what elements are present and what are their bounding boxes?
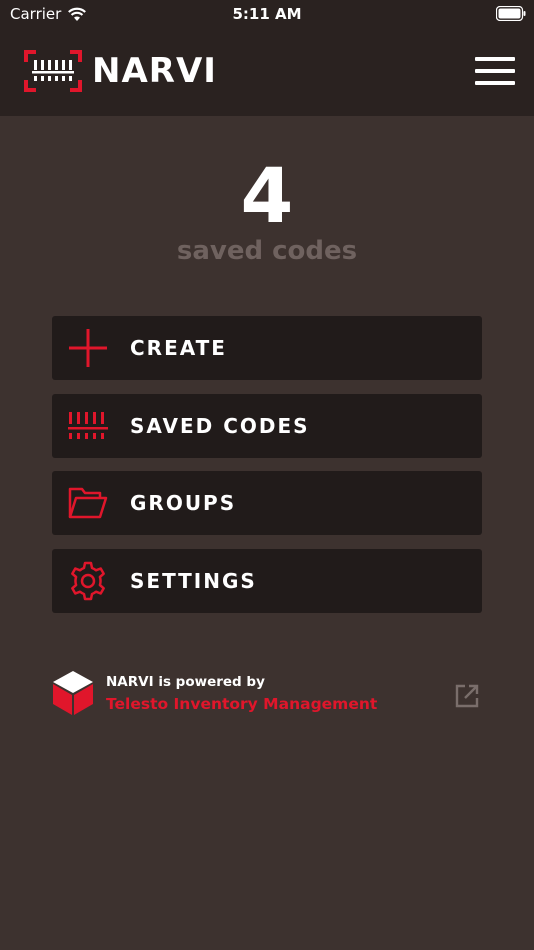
groups-label: GROUPS <box>130 491 237 515</box>
saved-codes-button[interactable]: SAVED CODES <box>52 393 482 458</box>
hamburger-menu-button[interactable] <box>475 57 515 87</box>
app-logo: NARVI <box>24 50 217 92</box>
saved-count-summary: 4 saved codes <box>0 151 534 267</box>
battery-icon <box>496 6 526 21</box>
saved-count-label: saved codes <box>176 236 358 266</box>
external-link-icon[interactable] <box>455 684 479 708</box>
status-time: 5:11 AM <box>232 5 302 23</box>
menu-bar-bottom <box>475 81 515 85</box>
powered-by-text: NARVI is powered by <box>106 674 265 690</box>
main-menu: CREATE SAVED CODES GROUPS SETTINGS <box>52 316 482 626</box>
groups-button[interactable]: GROUPS <box>52 471 482 535</box>
menu-bar-middle <box>475 69 515 73</box>
settings-button[interactable]: SETTINGS <box>52 548 482 613</box>
saved-codes-label: SAVED CODES <box>130 413 310 438</box>
create-button[interactable]: CREATE <box>52 316 482 380</box>
create-label: CREATE <box>130 336 227 360</box>
powered-by-footer: NARVI is powered by Telesto Inventory Ma… <box>52 670 482 720</box>
app-name: NARVI <box>92 51 217 91</box>
menu-bar-top <box>475 57 515 61</box>
settings-label: SETTINGS <box>130 568 257 593</box>
folder-icon <box>68 483 108 523</box>
plus-icon <box>68 328 108 368</box>
saved-count-value: 4 <box>240 151 294 240</box>
barcode-logo-icon <box>24 50 82 92</box>
gear-icon <box>68 561 108 601</box>
barcode-icon <box>68 406 108 446</box>
cube-logo-icon <box>53 671 93 715</box>
status-bar: Carrier 5:11 AM <box>0 0 534 30</box>
app-header: NARVI <box>0 30 534 116</box>
top-bar: Carrier 5:11 AM NARVI <box>0 0 534 116</box>
telesto-link[interactable]: Telesto Inventory Management <box>106 695 377 713</box>
